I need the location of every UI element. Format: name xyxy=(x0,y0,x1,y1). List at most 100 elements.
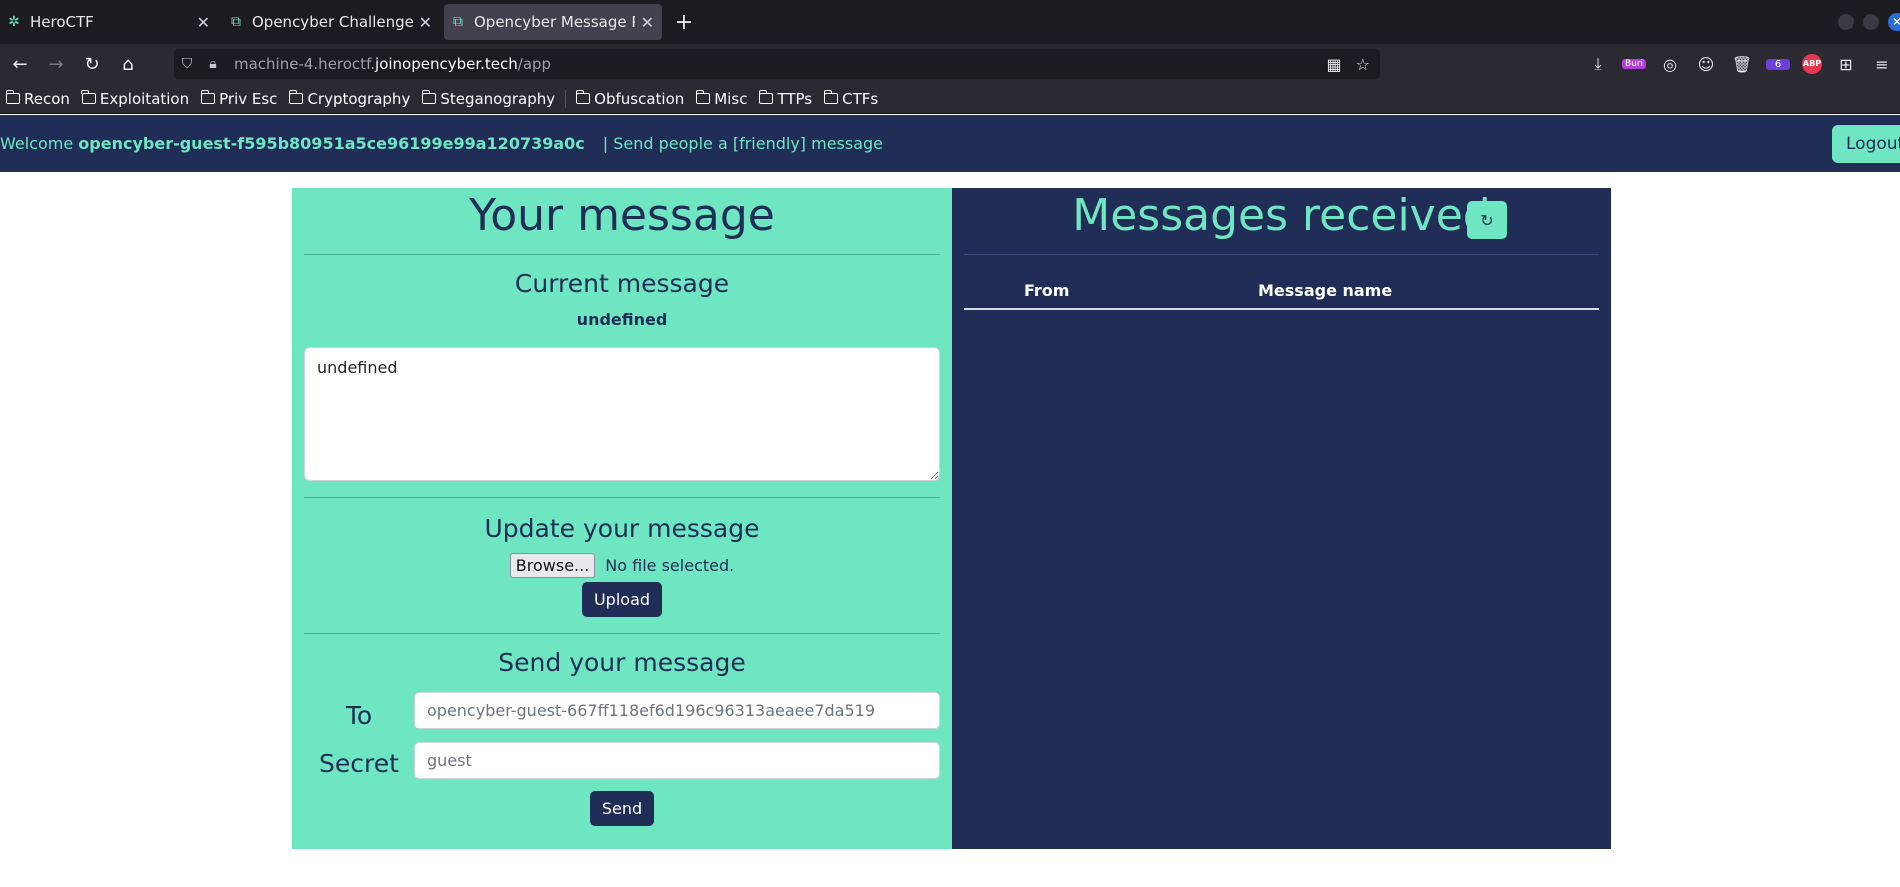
extension-badge-icon[interactable]: 6 xyxy=(1766,58,1790,70)
trash-icon[interactable]: 🗑︎ xyxy=(1730,55,1754,74)
hero-icon: ✲ xyxy=(8,14,20,30)
upload-button[interactable]: Upload xyxy=(581,582,663,617)
divider xyxy=(304,254,940,255)
messages-received-panel: Messages received ↻ From Message name xyxy=(952,188,1611,849)
secret-label: Secret xyxy=(319,749,399,778)
bookmark-ctfs[interactable]: CTFs xyxy=(823,89,879,108)
bookmark-ttps[interactable]: TTPs xyxy=(758,89,813,108)
url-subdomain: machine-4.heroctf. xyxy=(234,55,376,73)
cookie-icon[interactable]: ◎ xyxy=(1658,55,1682,74)
bookmark-steganography[interactable]: Steganography xyxy=(421,90,555,108)
bookmark-label: Misc xyxy=(714,89,748,108)
url-text[interactable]: machine-4.heroctf.joinopencyber.tech/app xyxy=(234,55,1327,73)
extension-buri-icon[interactable]: Buri xyxy=(1622,59,1646,69)
folder-icon xyxy=(421,90,437,104)
welcome-prefix: Welcome xyxy=(0,134,74,153)
update-message-heading: Update your message xyxy=(484,514,760,543)
refresh-button[interactable]: ↻ xyxy=(1467,201,1507,239)
maximize-icon[interactable] xyxy=(1863,14,1879,30)
column-message-name[interactable]: Message name xyxy=(1258,273,1599,310)
bookmark-cryptography[interactable]: Cryptography xyxy=(288,89,411,108)
folder-icon xyxy=(200,90,216,104)
tab-challenge-status[interactable]: ⧉ Opencyber Challenge Stat ✕ xyxy=(222,4,440,40)
bookmark-label: Obfuscation xyxy=(594,89,685,108)
folder-icon xyxy=(5,90,20,104)
bookmark-separator xyxy=(565,89,567,108)
bookmark-priv-esc[interactable]: Priv Esc xyxy=(200,89,278,108)
secret-input[interactable] xyxy=(414,742,940,779)
current-message-textarea[interactable] xyxy=(304,347,940,481)
divider xyxy=(304,633,940,634)
messages-received-title: Messages received xyxy=(1072,190,1491,241)
messages-table: From Message name xyxy=(964,273,1599,310)
folder-icon xyxy=(823,90,839,104)
bookmark-exploitation[interactable]: Exploitation xyxy=(81,89,190,108)
adblock-icon[interactable]: ABP xyxy=(1802,54,1822,74)
bookmark-star-icon[interactable]: ☆ xyxy=(1356,55,1370,74)
folder-icon xyxy=(81,90,96,104)
reload-icon[interactable]: ↻ xyxy=(76,48,108,80)
folder-icon xyxy=(695,90,711,104)
send-button[interactable]: Send xyxy=(589,791,655,826)
welcome-text: Welcome opencyber-guest-f595b80951a5ce96… xyxy=(0,134,585,153)
menu-icon[interactable]: ≡ xyxy=(1870,55,1894,74)
tab-title: Opencyber Challenge Stat xyxy=(252,13,413,31)
file-picker: Browse... No file selected. xyxy=(292,553,952,578)
tab-message-place[interactable]: ⧉ Opencyber Message Place ✕ xyxy=(444,4,662,40)
folder-icon xyxy=(575,90,591,104)
your-message-panel: Your message Current message undefined U… xyxy=(292,188,952,849)
divider xyxy=(964,254,1599,255)
to-row: To xyxy=(304,691,940,730)
secret-row: Secret xyxy=(304,742,940,779)
url-bar[interactable]: ⛉ 🔒︎ machine-4.heroctf.joinopencyber.tec… xyxy=(174,49,1380,79)
opencyber-icon: ⧉ xyxy=(231,14,241,30)
bookmark-recon[interactable]: Recon xyxy=(5,89,70,108)
current-message-name: undefined xyxy=(576,310,668,329)
to-label: To xyxy=(345,701,373,730)
forward-arrow-icon[interactable]: → xyxy=(40,48,72,80)
bookmark-misc[interactable]: Misc xyxy=(695,89,748,108)
close-window-icon[interactable]: ✕ xyxy=(1888,13,1900,31)
close-icon[interactable]: ✕ xyxy=(641,13,654,32)
close-icon[interactable]: ✕ xyxy=(419,13,432,32)
tab-heroctf[interactable]: ✲ HeroCTF ✕ xyxy=(0,4,218,40)
bookmark-obfuscation[interactable]: Obfuscation xyxy=(575,89,685,108)
folder-icon xyxy=(758,90,774,104)
face-extension-icon[interactable]: ☺ xyxy=(1694,55,1718,74)
bookmark-label: Cryptography xyxy=(307,89,411,108)
bookmark-label: TTPs xyxy=(777,89,813,108)
browser-tab-bar: ✲ HeroCTF ✕ ⧉ Opencyber Challenge Stat ✕… xyxy=(0,0,1900,44)
minimize-icon[interactable] xyxy=(1838,14,1854,30)
tab-title: HeroCTF xyxy=(30,13,94,31)
bookmark-label: Recon xyxy=(24,89,70,108)
opencyber-icon: ⧉ xyxy=(453,14,463,30)
app-header: Welcome opencyber-guest-f595b80951a5ce96… xyxy=(0,115,1900,172)
new-tab-button[interactable]: + xyxy=(666,0,702,44)
your-message-title: Your message xyxy=(469,190,775,241)
home-icon[interactable]: ⌂ xyxy=(112,48,144,80)
bookmarks-bar: Recon Exploitation Priv Esc Cryptography… xyxy=(0,84,1900,114)
divider xyxy=(304,497,940,498)
folder-icon xyxy=(288,90,304,104)
back-arrow-icon[interactable]: ← xyxy=(4,48,36,80)
table-header-row: From Message name xyxy=(964,273,1599,310)
send-message-heading: Send your message xyxy=(498,648,746,677)
tab-title: Opencyber Message Place xyxy=(474,13,635,31)
close-icon[interactable]: ✕ xyxy=(197,13,210,32)
url-domain: joinopencyber.tech xyxy=(375,55,518,73)
bookmark-label: CTFs xyxy=(842,89,879,108)
extensions-icon[interactable]: ⊞ xyxy=(1834,55,1858,74)
bookmark-label: Priv Esc xyxy=(219,89,278,108)
logout-button[interactable]: Logout xyxy=(1832,125,1900,163)
qr-code-icon[interactable]: ▦ xyxy=(1327,55,1342,74)
tagline: | Send people a [friendly] message xyxy=(602,134,884,153)
download-icon[interactable]: ⤓ xyxy=(1586,54,1610,74)
no-file-selected-text: No file selected. xyxy=(605,556,735,575)
bookmark-label: Exploitation xyxy=(99,89,190,108)
toolbar-icons: ⤓ Buri ◎ ☺ 🗑︎ 6 ABP ⊞ ≡ xyxy=(1586,54,1900,74)
shield-icon[interactable]: ⛉ xyxy=(174,56,200,72)
lock-icon[interactable]: 🔒︎ xyxy=(200,56,226,72)
to-input[interactable] xyxy=(414,692,940,729)
browse-button[interactable]: Browse... xyxy=(509,553,596,578)
column-from[interactable]: From xyxy=(964,273,1258,310)
